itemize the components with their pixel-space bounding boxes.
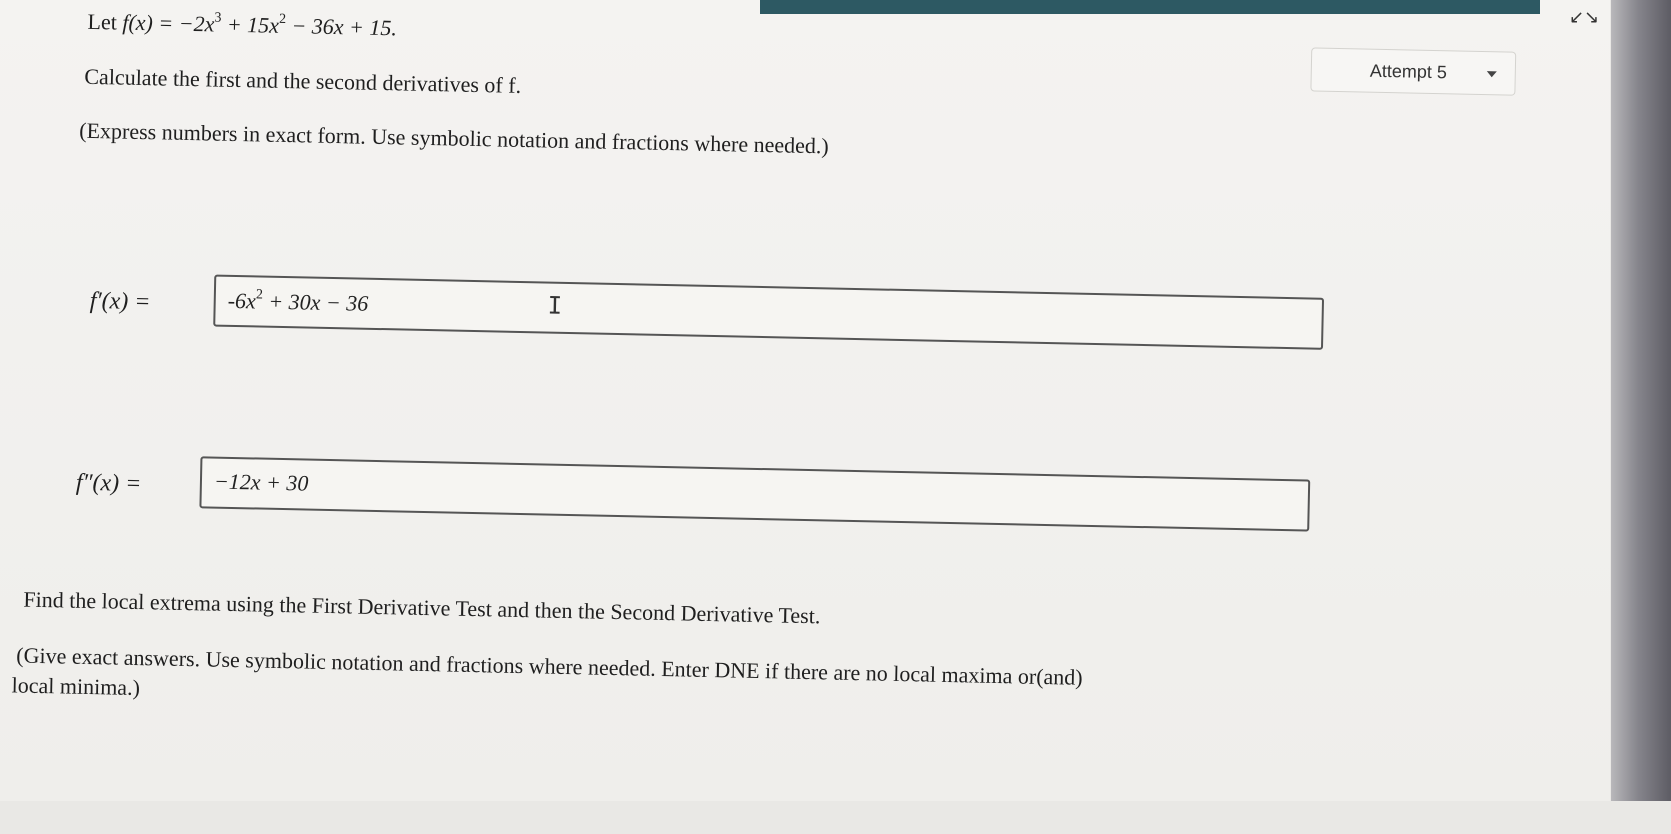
attempt-label: Attempt 5	[1369, 60, 1448, 83]
extrema-instruction: Find the local extrema using the First D…	[23, 586, 821, 629]
first-derivative-input[interactable]: -6x2 + 30x − 36 I	[213, 274, 1325, 350]
second-derivative-label: f″(x) =	[75, 469, 142, 498]
function-part-3: − 36x + 15.	[285, 12, 398, 41]
attempt-selector[interactable]: Attempt 5	[1310, 47, 1517, 96]
first-derivative-value: -6x2 + 30x − 36	[227, 287, 368, 317]
extrema-format-note-line2: local minima.)	[11, 672, 141, 701]
first-derivative-value-a: -6x	[227, 287, 257, 314]
text-cursor-icon: I	[547, 291, 563, 320]
right-rail	[1611, 0, 1671, 801]
let-text: Let	[87, 8, 118, 35]
function-definition: Let f(x) = −2x3 + 15x2 − 36x + 15.	[87, 8, 397, 41]
extrema-format-note-line1: (Give exact answers. Use symbolic notati…	[16, 642, 1083, 690]
first-derivative-value-b: + 30x − 36	[262, 288, 369, 316]
second-derivative-input[interactable]: −12x + 30	[199, 456, 1311, 532]
collapse-icon[interactable]: ↙↘	[1569, 6, 1599, 30]
function-part-2: + 15x	[221, 11, 280, 38]
derivative-instruction: Calculate the first and the second deriv…	[84, 63, 522, 98]
caret-down-icon	[1486, 71, 1497, 78]
function-part-1: f(x) = −2x	[122, 9, 215, 37]
top-bar	[760, 0, 1540, 14]
second-derivative-value: −12x + 30	[213, 468, 309, 496]
problem-content: Let f(x) = −2x3 + 15x2 − 36x + 15. Calcu…	[0, 0, 1600, 834]
first-derivative-label: f′(x) =	[89, 287, 151, 316]
format-note: (Express numbers in exact form. Use symb…	[79, 117, 829, 159]
